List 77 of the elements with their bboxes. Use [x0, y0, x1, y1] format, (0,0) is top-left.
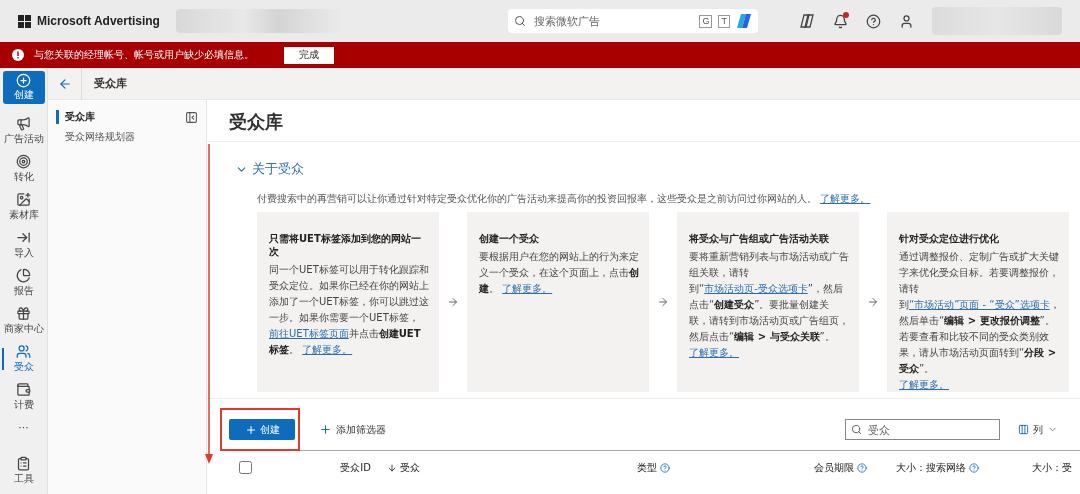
- column-header[interactable]: 会员期限: [755, 460, 875, 475]
- gift-icon: [16, 306, 31, 321]
- arrow-icon: [867, 296, 879, 308]
- wallet-icon: [16, 382, 31, 397]
- arrow-icon: [447, 296, 459, 308]
- columns-icon: [1018, 424, 1029, 435]
- create-button[interactable]: 创建: [2, 71, 45, 104]
- image-icon: [16, 192, 31, 207]
- text-link[interactable]: “市场活动”页面 - “受众”选项卡: [909, 299, 1050, 310]
- nav-item[interactable]: 导入: [0, 226, 48, 264]
- card-title: 只需将UET标签添加到您的网站一次: [269, 232, 422, 258]
- nav-item[interactable]: 工具: [0, 452, 48, 490]
- card-text: 通过调整报价、定制广告或扩大关键字来优化受众目标。若要调整报价，请转到“市场活动”页面 - “受众”选项卡，然后单击“编辑 > 更改报价调整”。若要查看和比较不同的受众类别效果，请从市场活动页面转到“分段 > 受众”。 了解更多。: [899, 249, 1059, 393]
- card-text: 要将重新营销列表与市场活动或广告组关联，请转到“市场活动页-受众选项卡”，然后点击“创建受众”。要批量创建关联，请转到市场活动页或广告组页，然后点击“编辑 > 与受众关联”。 了解更多。: [689, 249, 849, 361]
- columns-button[interactable]: 列: [1012, 421, 1064, 438]
- clipboard-icon: [16, 456, 31, 471]
- card-title: 将受众与广告组或广告活动关联: [689, 232, 830, 245]
- select-all-checkbox[interactable]: [239, 461, 252, 474]
- megaphone-icon: [16, 116, 31, 131]
- collapse-panel-icon[interactable]: [185, 110, 198, 124]
- nav-item[interactable]: 广告活动: [0, 112, 48, 150]
- help-icon[interactable]: [866, 13, 881, 29]
- warning-icon: [12, 49, 24, 61]
- pie-chart-icon: [16, 268, 31, 283]
- arrow-icon: [657, 296, 669, 308]
- section-toggle[interactable]: 关于受众: [235, 160, 304, 178]
- search-input[interactable]: 受众: [866, 422, 994, 437]
- card-title: 创建一个受众: [479, 232, 540, 245]
- learn-more-link[interactable]: 了解更多。: [820, 193, 871, 204]
- text-link[interactable]: 了解更多。: [302, 344, 353, 355]
- search-field[interactable]: 受众: [845, 419, 1000, 440]
- plus-icon: [244, 423, 257, 436]
- people-icon: [16, 344, 31, 359]
- card-title: 针对受众定位进行优化: [899, 232, 1000, 245]
- text-link[interactable]: 前往UET标签页面: [269, 328, 349, 339]
- page-title: 受众库: [207, 100, 1080, 142]
- brand-name: Microsoft Advertising: [37, 14, 160, 28]
- alert-message: 与您关联的经理帐号、帐号或用户缺少必填信息。: [34, 48, 254, 62]
- nav-item[interactable]: 报告: [0, 264, 48, 302]
- import-icon: [16, 230, 31, 245]
- search-field[interactable]: 搜索微软广告 G T: [507, 9, 758, 33]
- search-icon: [851, 424, 862, 435]
- column-header[interactable]: 大小：搜索网络: [875, 460, 987, 475]
- column-header[interactable]: 受众ID: [259, 460, 379, 475]
- plus-circle-icon: [16, 73, 31, 88]
- key-badge: T: [718, 14, 730, 28]
- card-text: 要根据用户在您的网站上的行为来定义一个受众，在这个页面上，点击创建。 了解更多。: [479, 250, 639, 296]
- learn-more-link[interactable]: 了解更多。: [689, 345, 739, 361]
- search-icon: [513, 15, 526, 27]
- breadcrumb: 受众库: [94, 76, 127, 91]
- column-header[interactable]: 类型: [629, 460, 755, 475]
- column-header[interactable]: 大小：受: [987, 460, 1080, 475]
- nav-item[interactable]: 转化: [0, 150, 48, 188]
- section-description: 付费搜索中的再营销可以让你通过针对特定受众优化你的广告活动来提高你的投资回报率，这些受众是之前访问过你网站的人。 了解更多。: [257, 192, 872, 206]
- nav-item[interactable]: 商家中心: [0, 302, 48, 340]
- text-link[interactable]: 了解更多。: [502, 283, 553, 294]
- create-button[interactable]: 创建: [229, 419, 295, 440]
- profile-icon[interactable]: [899, 13, 914, 29]
- nav-item[interactable]: 素材库: [0, 188, 48, 226]
- windows-logo-icon: [18, 14, 31, 28]
- side-nav-item[interactable]: 受众网络规划器: [56, 130, 135, 144]
- key-badge: G: [699, 14, 713, 28]
- search-input[interactable]: 搜索微软广告: [531, 14, 694, 28]
- text-link[interactable]: 市场活动页-受众选项卡: [704, 283, 808, 294]
- add-filter-button[interactable]: 添加筛选器: [313, 421, 392, 438]
- notification-icon[interactable]: [833, 13, 848, 29]
- target-icon: [16, 154, 31, 169]
- side-nav-item[interactable]: 受众库: [56, 110, 95, 124]
- nav-item[interactable]: 受众: [0, 340, 48, 378]
- plus-icon: [319, 423, 332, 436]
- column-header[interactable]: 受众: [379, 460, 629, 475]
- more-button[interactable]: ···: [12, 416, 35, 438]
- done-button[interactable]: 完成: [284, 46, 334, 64]
- card-text: 同一个UET标签可以用于转化跟踪和受众定位。如果你已经在你的网站上添加了一个UET标签，你可以跳过这一步。如果你需要一个UET标签， 前往UET标签页面并点击创建UET标签。 了解更多。: [269, 263, 429, 357]
- sort-icon: [387, 462, 397, 473]
- learn-more-link[interactable]: 了解更多。: [899, 377, 949, 393]
- nav-item[interactable]: 计费: [0, 378, 48, 416]
